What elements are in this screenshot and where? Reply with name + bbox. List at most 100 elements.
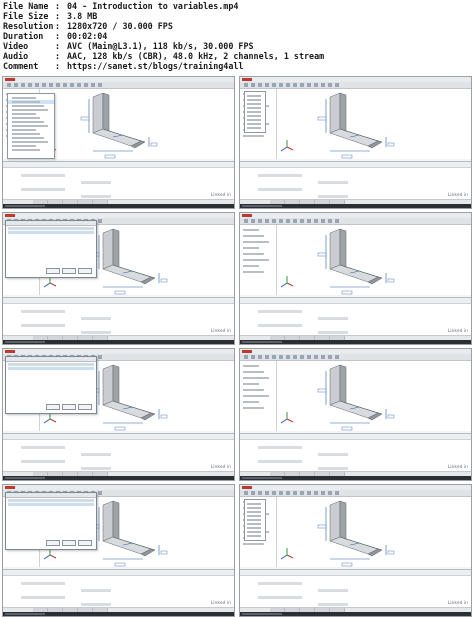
toolbar-button-icon[interactable] bbox=[98, 219, 102, 223]
toolbar-button-icon[interactable] bbox=[244, 355, 248, 359]
dimension-tag[interactable] bbox=[341, 562, 353, 567]
toolbar-button-icon[interactable] bbox=[56, 83, 60, 87]
toolbar-button-icon[interactable] bbox=[307, 355, 311, 359]
bracket-model[interactable] bbox=[63, 91, 173, 161]
toolbar-button-icon[interactable] bbox=[28, 83, 32, 87]
panel-field[interactable] bbox=[258, 460, 302, 463]
tree-item[interactable] bbox=[243, 247, 259, 249]
toolbar-button-icon[interactable] bbox=[84, 83, 88, 87]
toolbar-button-icon[interactable] bbox=[314, 355, 318, 359]
toolbar-button-icon[interactable] bbox=[300, 219, 304, 223]
tree-item[interactable] bbox=[243, 389, 264, 391]
panel-field[interactable] bbox=[258, 582, 302, 585]
menu-item[interactable] bbox=[12, 125, 48, 127]
popup-item[interactable] bbox=[247, 511, 261, 513]
toolbar-button-icon[interactable] bbox=[300, 355, 304, 359]
toolbar-button-icon[interactable] bbox=[258, 491, 262, 495]
toolbar-button-icon[interactable] bbox=[265, 219, 269, 223]
toolbar-button-icon[interactable] bbox=[286, 491, 290, 495]
toolbar-button-icon[interactable] bbox=[279, 83, 283, 87]
taskbar-search-input[interactable] bbox=[5, 613, 45, 615]
tree-item[interactable] bbox=[243, 365, 259, 367]
toolbar-button-icon[interactable] bbox=[300, 83, 304, 87]
panel-field[interactable] bbox=[21, 460, 65, 463]
toolbar-button-icon[interactable] bbox=[35, 83, 39, 87]
dialog-button[interactable] bbox=[62, 404, 76, 410]
toolbar-button-icon[interactable] bbox=[49, 83, 53, 87]
dimension-tag[interactable] bbox=[387, 550, 395, 555]
dialog-button[interactable] bbox=[46, 268, 60, 274]
menu-item[interactable] bbox=[12, 105, 44, 107]
toolbar-button-icon[interactable] bbox=[328, 219, 332, 223]
toolbar-button-icon[interactable] bbox=[98, 355, 102, 359]
toolbar-button-icon[interactable] bbox=[300, 491, 304, 495]
tree-item[interactable] bbox=[243, 135, 264, 137]
popup-item[interactable] bbox=[247, 523, 261, 525]
dialog-button[interactable] bbox=[46, 540, 60, 546]
panel-field[interactable] bbox=[318, 331, 348, 334]
bracket-model[interactable] bbox=[300, 91, 410, 161]
menu-item[interactable] bbox=[12, 145, 36, 147]
toolbar-button-icon[interactable] bbox=[251, 219, 255, 223]
dialog-button[interactable] bbox=[78, 404, 92, 410]
taskbar-search-input[interactable] bbox=[242, 477, 282, 479]
panel-field[interactable] bbox=[258, 174, 302, 177]
toolbar-button-icon[interactable] bbox=[321, 219, 325, 223]
panel-field[interactable] bbox=[318, 317, 348, 320]
dialog-button[interactable] bbox=[62, 268, 76, 274]
popup-item[interactable] bbox=[247, 99, 261, 101]
dimension-tag[interactable] bbox=[317, 116, 327, 121]
panel-field[interactable] bbox=[81, 589, 111, 592]
menu-item[interactable] bbox=[12, 149, 40, 151]
dimension-tag[interactable] bbox=[341, 426, 353, 431]
toolbar-button-icon[interactable] bbox=[265, 491, 269, 495]
toolbar-button-icon[interactable] bbox=[293, 83, 297, 87]
dimension-tag[interactable] bbox=[114, 290, 126, 295]
toolbar-button-icon[interactable] bbox=[328, 83, 332, 87]
dialog-table-row[interactable] bbox=[8, 231, 94, 234]
tree-item[interactable] bbox=[243, 371, 264, 373]
toolbar-button-icon[interactable] bbox=[335, 491, 339, 495]
dimension-tag[interactable] bbox=[160, 414, 168, 419]
popup-item[interactable] bbox=[247, 95, 261, 97]
dimension-tag[interactable] bbox=[160, 550, 168, 555]
toolbar-button-icon[interactable] bbox=[272, 219, 276, 223]
popup-item[interactable] bbox=[247, 527, 261, 529]
dimension-tag[interactable] bbox=[387, 278, 395, 283]
popup-item[interactable] bbox=[247, 503, 261, 505]
panel-field[interactable] bbox=[81, 181, 111, 184]
toolbar-button-icon[interactable] bbox=[314, 219, 318, 223]
panel-field[interactable] bbox=[81, 603, 111, 606]
menu-item[interactable] bbox=[12, 121, 44, 123]
panel-field[interactable] bbox=[318, 453, 348, 456]
tree-item[interactable] bbox=[243, 383, 259, 385]
panel-field[interactable] bbox=[258, 310, 302, 313]
panel-field[interactable] bbox=[21, 174, 65, 177]
toolbar-button-icon[interactable] bbox=[307, 83, 311, 87]
tree-item[interactable] bbox=[243, 253, 264, 255]
popup-item[interactable] bbox=[247, 123, 261, 125]
dimension-tag[interactable] bbox=[317, 524, 327, 529]
toolbar-button-icon[interactable] bbox=[251, 83, 255, 87]
toolbar-button-icon[interactable] bbox=[279, 491, 283, 495]
panel-field[interactable] bbox=[318, 195, 348, 198]
toolbar-button-icon[interactable] bbox=[258, 219, 262, 223]
tree-item[interactable] bbox=[243, 377, 269, 379]
toolbar-button-icon[interactable] bbox=[244, 83, 248, 87]
dimension-tag[interactable] bbox=[104, 154, 116, 159]
tree-item[interactable] bbox=[243, 265, 259, 267]
toolbar-button-icon[interactable] bbox=[272, 491, 276, 495]
taskbar-search-input[interactable] bbox=[5, 477, 45, 479]
taskbar-search-input[interactable] bbox=[242, 613, 282, 615]
toolbar-button-icon[interactable] bbox=[279, 355, 283, 359]
popup-item[interactable] bbox=[247, 119, 261, 121]
toolbar-button-icon[interactable] bbox=[77, 83, 81, 87]
menu-item[interactable] bbox=[12, 109, 48, 111]
panel-field[interactable] bbox=[258, 188, 302, 191]
toolbar-button-icon[interactable] bbox=[258, 355, 262, 359]
taskbar-search-input[interactable] bbox=[5, 341, 45, 343]
popup-item[interactable] bbox=[247, 115, 261, 117]
dimension-tag[interactable] bbox=[341, 290, 353, 295]
dimension-tag[interactable] bbox=[341, 154, 353, 159]
menu-item[interactable] bbox=[12, 133, 40, 135]
